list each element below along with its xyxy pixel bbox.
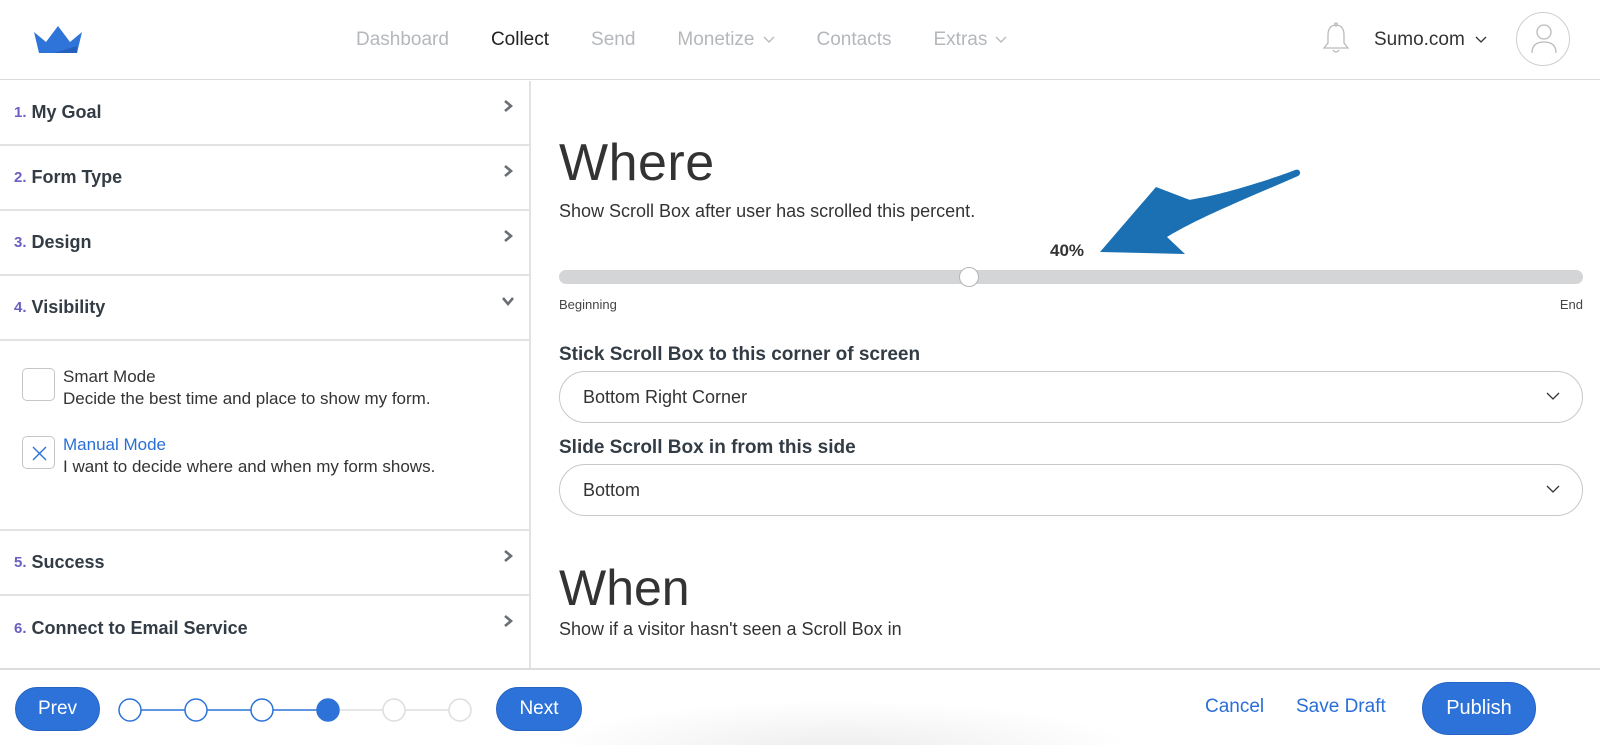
check-x-icon [32, 446, 47, 461]
chevron-right-icon [504, 615, 514, 627]
stepper-dot-3[interactable] [250, 698, 274, 722]
nav-dashboard[interactable]: Dashboard [356, 29, 449, 51]
stepper-dot-6[interactable] [448, 698, 472, 722]
top-navigation-bar: Dashboard Collect Send Monetize Contacts… [0, 0, 1600, 80]
visibility-options: Smart Mode Decide the best time and plac… [0, 341, 529, 531]
slider-max-label: End [1559, 297, 1583, 312]
when-heading: When [559, 560, 690, 616]
chevron-down-icon [763, 36, 774, 43]
chevron-down-icon [1546, 392, 1560, 400]
nav-monetize[interactable]: Monetize [677, 29, 774, 51]
step-visibility[interactable]: 4. Visibility [0, 276, 529, 341]
bell-icon[interactable] [1322, 22, 1350, 56]
stepper-dot-5[interactable] [382, 698, 406, 722]
step-number: 6. [14, 620, 27, 637]
publish-button[interactable]: Publish [1422, 682, 1536, 735]
nav-collect[interactable]: Collect [491, 29, 549, 51]
step-number: 4. [14, 299, 27, 316]
visibility-settings-panel: Where Show Scroll Box after user has scr… [533, 81, 1600, 668]
save-draft-link[interactable]: Save Draft [1296, 696, 1386, 718]
mode-title: Manual Mode [63, 435, 167, 454]
step-number: 1. [14, 104, 27, 121]
step-label: Visibility [31, 297, 106, 317]
step-label: Form Type [31, 167, 123, 187]
account-label: Sumo.com [1374, 29, 1465, 50]
step-success[interactable]: 5. Success [0, 531, 529, 596]
account-switcher[interactable]: Sumo.com [1374, 0, 1487, 80]
nav-label: Send [591, 29, 636, 50]
step-number: 2. [14, 169, 27, 186]
prev-button[interactable]: Prev [15, 687, 100, 731]
nav-label: Dashboard [356, 29, 449, 50]
side-select[interactable]: Bottom [559, 464, 1583, 516]
cancel-link[interactable]: Cancel [1205, 696, 1264, 718]
nav-label: Contacts [816, 29, 892, 50]
when-description: Show if a visitor hasn't seen a Scroll B… [559, 619, 902, 639]
manual-mode-option[interactable]: Manual Mode I want to decide where and w… [22, 434, 529, 478]
nav-contacts[interactable]: Contacts [817, 29, 892, 51]
slider-thumb[interactable] [958, 267, 979, 287]
nav-extras[interactable]: Extras [934, 29, 1008, 51]
smart-mode-option[interactable]: Smart Mode Decide the best time and plac… [22, 366, 529, 410]
chevron-down-icon [1475, 36, 1487, 43]
mode-title: Smart Mode [63, 367, 156, 386]
mode-description: I want to decide where and when my form … [63, 457, 436, 476]
chevron-down-icon [995, 36, 1007, 43]
step-label: Connect to Email Service [31, 618, 248, 638]
step-progress-indicator [118, 698, 472, 722]
where-description: Show Scroll Box after user has scrolled … [559, 201, 976, 221]
side-select-value: Bottom [583, 479, 641, 500]
next-button[interactable]: Next [496, 687, 582, 731]
nav-label: Extras [933, 29, 988, 50]
step-design[interactable]: 3. Design [0, 211, 529, 276]
crown-logo-icon[interactable] [34, 26, 82, 53]
user-icon [1531, 24, 1557, 54]
chevron-down-icon [502, 297, 514, 307]
stepper-dot-1[interactable] [118, 698, 142, 722]
nav-send[interactable]: Send [591, 29, 635, 51]
publish-label: Publish [1446, 697, 1512, 719]
manual-mode-checkbox[interactable] [22, 436, 55, 469]
scroll-percent-value: 40% [1050, 241, 1085, 260]
step-number: 5. [14, 554, 27, 571]
scroll-percent-slider[interactable] [559, 267, 1583, 287]
stepper-dot-4[interactable] [316, 698, 340, 722]
step-number: 3. [14, 234, 27, 251]
nav-label: Collect [490, 29, 550, 50]
chevron-right-icon [504, 550, 514, 562]
chevron-right-icon [504, 100, 514, 112]
corner-select-value: Bottom Right Corner [583, 386, 748, 407]
where-heading: Where [559, 134, 715, 192]
stepper-dot-2[interactable] [184, 698, 208, 722]
step-form-type[interactable]: 2. Form Type [0, 146, 529, 211]
corner-field-label: Stick Scroll Box to this corner of scree… [559, 344, 921, 365]
step-my-goal[interactable]: 1. My Goal [0, 81, 529, 146]
nav-label: Monetize [677, 29, 755, 50]
chevron-right-icon [504, 230, 514, 242]
corner-select[interactable]: Bottom Right Corner [559, 371, 1583, 423]
wizard-footer: Prev Next Cancel Save Draft Publish [0, 668, 1600, 745]
slider-min-label: Beginning [559, 297, 617, 312]
step-label: Design [31, 232, 92, 252]
avatar[interactable] [1516, 12, 1570, 66]
smart-mode-checkbox[interactable] [22, 368, 55, 401]
prev-label: Prev [37, 698, 78, 719]
step-connect-email[interactable]: 6. Connect to Email Service [0, 596, 529, 661]
step-label: Success [31, 552, 105, 572]
next-label: Next [519, 698, 559, 719]
main-nav: Dashboard Collect Send Monetize Contacts… [356, 0, 1049, 80]
footer-shadow [540, 700, 1140, 745]
side-field-label: Slide Scroll Box in from this side [559, 437, 856, 458]
setup-steps-sidebar: 1. My Goal 2. Form Type 3. Design 4. Vis… [0, 81, 531, 668]
mode-description: Decide the best time and place to show m… [63, 389, 431, 408]
step-label: My Goal [31, 102, 102, 122]
chevron-down-icon [1546, 485, 1560, 493]
chevron-right-icon [504, 165, 514, 177]
